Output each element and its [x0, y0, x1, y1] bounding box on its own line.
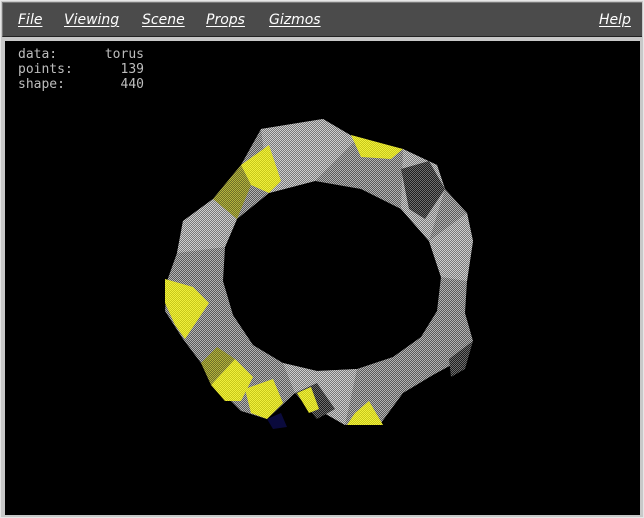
menu-scene[interactable]: Scene: [142, 11, 185, 29]
menu-help[interactable]: Help: [599, 11, 631, 29]
render-viewport[interactable]: data: torus points: 139 shape: 440: [5, 41, 640, 515]
menu-props[interactable]: Props: [206, 11, 245, 29]
menu-bar: File Viewing Scene Props Gizmos Help: [2, 2, 642, 37]
app-window: File Viewing Scene Props Gizmos Help dat…: [0, 0, 644, 518]
menu-file[interactable]: File: [18, 11, 42, 29]
torus-render: [165, 119, 473, 429]
menu-viewing[interactable]: Viewing: [64, 11, 119, 29]
menu-gizmos[interactable]: Gizmos: [269, 11, 321, 29]
